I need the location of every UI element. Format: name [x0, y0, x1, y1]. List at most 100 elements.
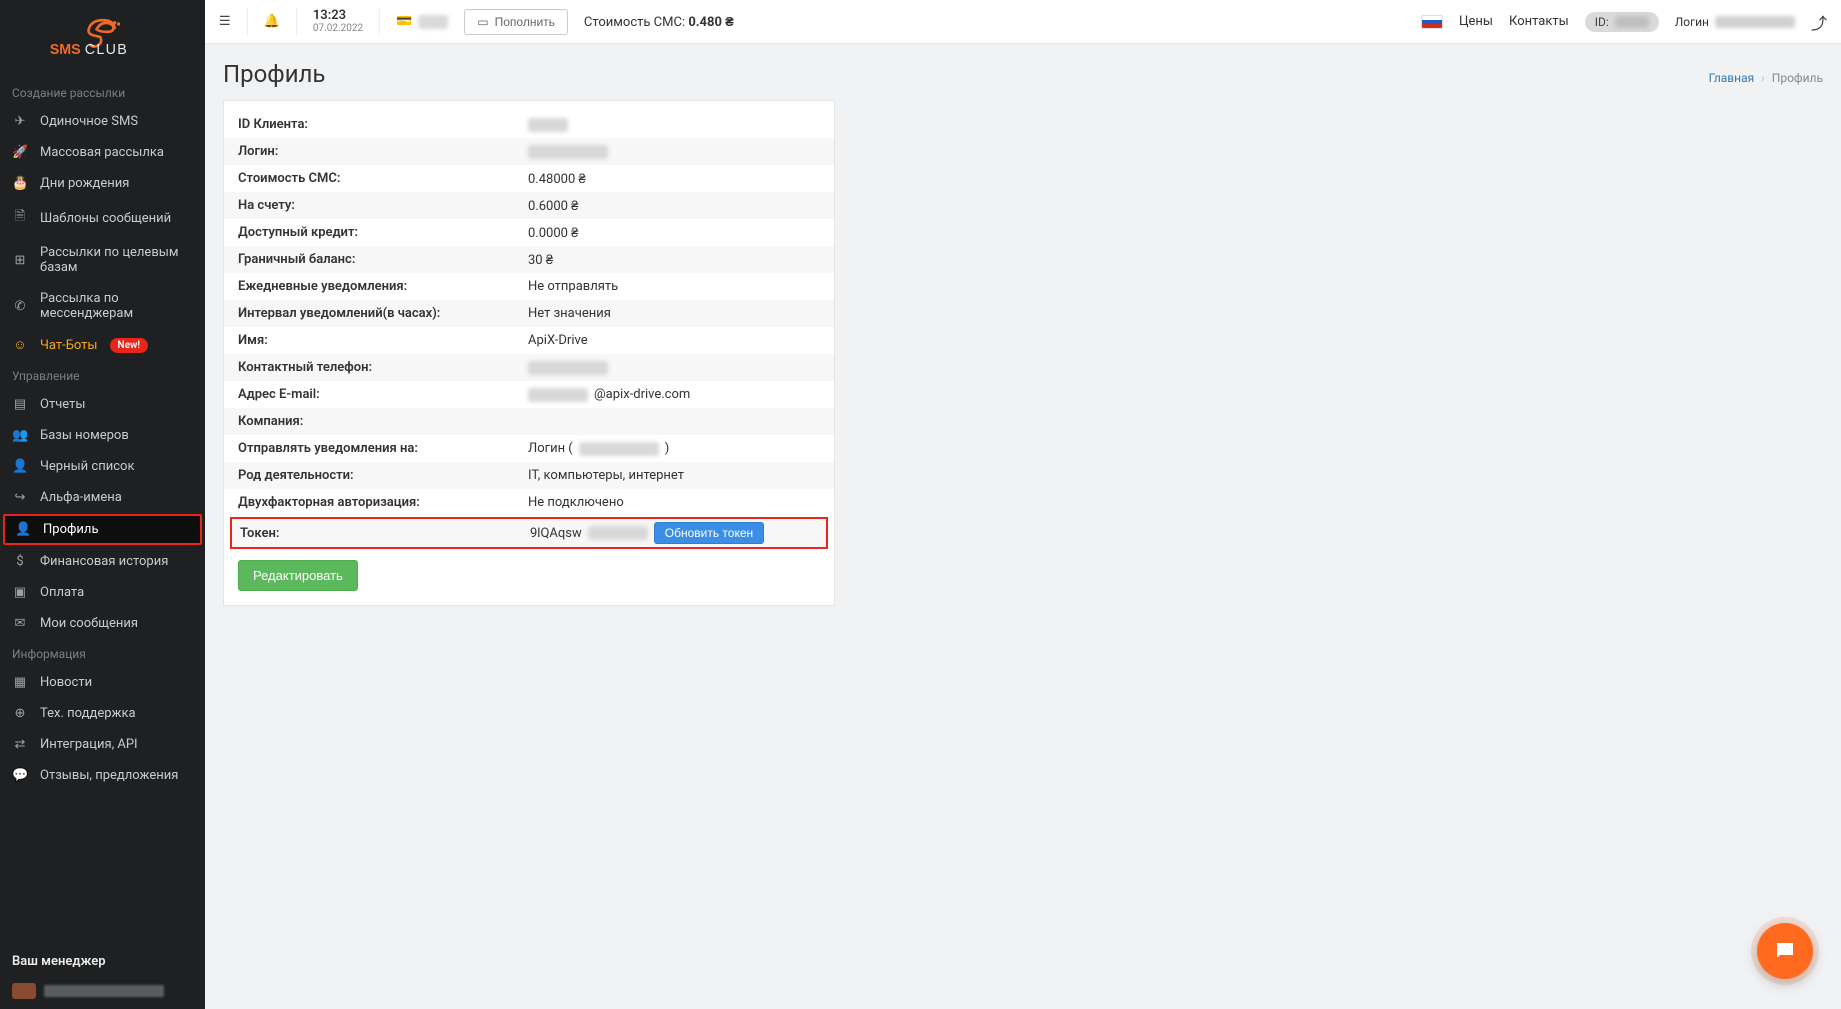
dollar-icon: $	[12, 554, 28, 569]
nav-label: Финансовая история	[40, 554, 168, 569]
manager-row[interactable]	[0, 977, 205, 1009]
nav-item-birthdays[interactable]: 🎂Дни рождения	[0, 168, 205, 199]
profile-key: Имя:	[238, 333, 528, 348]
comment-icon: 💬	[12, 768, 28, 783]
nav-item-support[interactable]: ⊕Тех. поддержка	[0, 698, 205, 729]
page-title: Профиль	[223, 60, 325, 88]
topup-label: Пополнить	[495, 15, 555, 29]
nav-label: Одиночное SMS	[40, 114, 138, 129]
nav-label: Базы номеров	[40, 428, 129, 443]
nav-label: Чат-Боты	[40, 338, 98, 353]
profile-value: 0.0000 ₴	[528, 225, 578, 241]
profile-row: Двухфакторная авторизация:Не подключено	[224, 489, 834, 516]
paper-plane-icon: ✈	[12, 114, 28, 129]
token-label: Токен:	[240, 526, 530, 541]
logo[interactable]: SMS CLUB	[0, 0, 205, 78]
breadcrumb: Главная › Профиль	[1709, 71, 1823, 85]
menu-toggle-button[interactable]: ☰	[219, 14, 231, 29]
token-visible: 9lQAqsw	[530, 526, 582, 541]
nav-item-mass[interactable]: 🚀Массовая рассылка	[0, 137, 205, 168]
blurred-value	[528, 118, 568, 132]
profile-value	[528, 118, 568, 132]
nav-label: Отчеты	[40, 397, 85, 412]
nav-item-target-bases[interactable]: ⊞ Рассылки по целевым базам	[0, 237, 205, 283]
nav-item-payment[interactable]: ▣Оплата	[0, 577, 205, 608]
login-display: Логин	[1675, 15, 1795, 29]
new-badge: New!	[110, 338, 149, 353]
profile-row: ID Клиента:	[224, 111, 834, 138]
profile-key: Двухфакторная авторизация:	[238, 495, 528, 510]
profile-key: Род деятельности:	[238, 468, 528, 483]
token-blurred	[588, 526, 648, 540]
nav-item-my-messages[interactable]: ✉Мои сообщения	[0, 608, 205, 639]
nav-section-create: Создание рассылки	[0, 78, 205, 106]
clock: 13:23 07.02.2022	[313, 9, 363, 34]
manager-title: Ваш менеджер	[0, 944, 205, 977]
blurred-value	[528, 388, 588, 402]
nav-item-finance[interactable]: $ Финансовая история	[0, 546, 205, 577]
nav-item-reports[interactable]: ▤Отчеты	[0, 389, 205, 420]
bell-icon[interactable]: 🔔	[264, 14, 280, 29]
nav-item-news[interactable]: ▦ Новости	[0, 667, 205, 698]
breadcrumb-home[interactable]: Главная	[1709, 71, 1755, 85]
chat-fab[interactable]	[1757, 923, 1813, 979]
profile-row: Адрес E-mail:@apix-drive.com	[224, 381, 834, 408]
profile-value: ApiX-Drive	[528, 333, 588, 348]
id-value-blurred	[1615, 16, 1649, 28]
nav-item-profile[interactable]: 👤Профиль	[3, 514, 202, 545]
blurred-value	[579, 442, 659, 456]
profile-row: На счету:0.6000 ₴	[224, 192, 834, 219]
login-value-blurred	[1715, 16, 1795, 28]
wallet-icon: ▣	[12, 585, 28, 600]
refresh-token-button[interactable]: Обновить токен	[654, 522, 764, 544]
nav-label: Интеграция, API	[40, 737, 138, 752]
file-icon: 🗎	[12, 207, 28, 229]
profile-row: Стоимость СМС:0.48000 ₴	[224, 165, 834, 192]
edit-button[interactable]: Редактировать	[238, 560, 358, 591]
nav-label: Рассылки по целевым базам	[40, 245, 193, 275]
profile-row: Отправлять уведомления на:Логин ()	[224, 435, 834, 462]
profile-value: @apix-drive.com	[528, 387, 690, 402]
profile-key: ID Клиента:	[238, 117, 528, 132]
profile-row-token: Токен: 9lQAqsw Обновить токен	[230, 517, 828, 549]
users-icon: 👥	[12, 428, 28, 443]
cake-icon: 🎂	[12, 176, 28, 191]
svg-text:SMS: SMS	[49, 42, 80, 58]
nav-item-integration[interactable]: ⇄Интеграция, API	[0, 729, 205, 760]
nav-label: Черный список	[40, 459, 134, 474]
nav-label: Рассылка по мессенджерам	[40, 291, 193, 321]
topup-button[interactable]: ▭ Пополнить	[464, 9, 568, 35]
nav-label: Новости	[40, 675, 92, 690]
grid-icon: ⊞	[12, 253, 28, 268]
nav-item-blacklist[interactable]: 👤Черный список	[0, 451, 205, 482]
manager-name-blurred	[44, 985, 164, 997]
nav-label: Отзывы, предложения	[40, 768, 178, 783]
nav-label: Альфа-имена	[40, 490, 122, 505]
newspaper-icon: ▦	[12, 675, 28, 690]
contacts-link[interactable]: Контакты	[1509, 14, 1569, 29]
profile-value	[528, 361, 608, 375]
prices-link[interactable]: Цены	[1459, 14, 1493, 29]
nav-label: Профиль	[43, 522, 99, 537]
breadcrumb-current: Профиль	[1772, 71, 1823, 85]
logout-icon[interactable]: ⤴	[1811, 10, 1827, 34]
profile-row: Ежедневные уведомления:Не отправлять	[224, 273, 834, 300]
user-id-pill: ID:	[1585, 12, 1659, 32]
balance-card[interactable]: 💳	[396, 14, 448, 29]
chat-icon	[1773, 939, 1797, 963]
nav-item-bases[interactable]: 👥 Базы номеров	[0, 420, 205, 451]
nav-item-feedback[interactable]: 💬 Отзывы, предложения	[0, 760, 205, 791]
profile-row: Компания:	[224, 408, 834, 435]
profile-value: Нет значения	[528, 306, 611, 321]
nav-item-templates[interactable]: 🗎Шаблоны сообщений	[0, 199, 205, 237]
profile-key: Адрес E-mail:	[238, 387, 528, 402]
profile-value: IT, компьютеры, интернет	[528, 468, 684, 483]
nav-item-single-sms[interactable]: ✈ Одиночное SMS	[0, 106, 205, 137]
profile-key: Граничный баланс:	[238, 252, 528, 267]
nav-item-messengers[interactable]: ✆Рассылка по мессенджерам	[0, 283, 205, 329]
flag-icon[interactable]	[1421, 15, 1443, 29]
nav-item-alpha-names[interactable]: ↪Альфа-имена	[0, 482, 205, 513]
profile-value: 0.6000 ₴	[528, 198, 578, 214]
nav-item-chatbots[interactable]: ☺ Чат-Боты New!	[0, 329, 205, 361]
reddit-icon: ☺	[12, 337, 28, 353]
